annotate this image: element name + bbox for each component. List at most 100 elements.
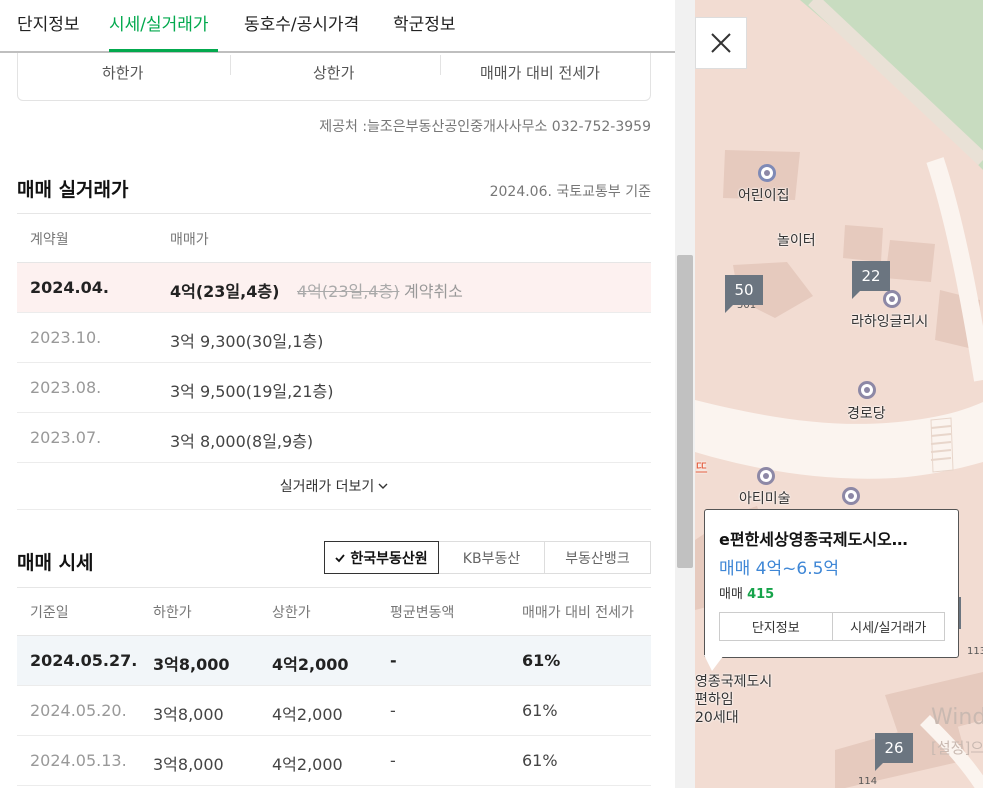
close-button[interactable] (695, 17, 747, 69)
prev-col-ratio: 매매가 대비 전세가 (480, 64, 600, 82)
popup-price-range: 매매 4억~6.5억 (719, 559, 840, 579)
check-icon (335, 553, 346, 562)
close-icon (711, 33, 731, 53)
col-date: 기준일 (30, 605, 69, 621)
building-number: 114 (858, 776, 878, 787)
windows-activation-watermark: [설정]으 (931, 739, 983, 757)
price-low: 3억8,000 (153, 655, 230, 674)
col-change: 평균변동액 (390, 605, 455, 621)
complex-name-line2: 편하임 (695, 692, 734, 708)
art-school-label: 아티미술 (739, 491, 791, 507)
art-school-poi-icon[interactable] (757, 467, 775, 485)
popup-listing-count: 매매 415 (719, 583, 774, 602)
price-date: 2024.05.20. (30, 701, 127, 720)
col-ratio: 매매가 대비 전세가 (522, 605, 634, 621)
market-price-header: 기준일 하한가 상한가 평균변동액 매매가 대비 전세가 (17, 587, 651, 636)
popup-complex-info-button[interactable]: 단지정보 (719, 612, 833, 641)
listing-count-marker[interactable]: 26 (875, 733, 913, 771)
trade-month: 2023.10. (30, 328, 102, 347)
trade-month: 2024.04. (30, 278, 109, 297)
col-high: 상한가 (272, 605, 311, 621)
price-ratio: 61% (522, 701, 558, 720)
daycare-label: 어린이집 (738, 188, 790, 204)
seniors-center-label: 경로당 (847, 406, 886, 422)
trade-price: 4억(23일,4층) (170, 282, 280, 301)
col-month: 계약월 (30, 232, 69, 248)
real-trade-title: 매매 실거래가 (17, 179, 129, 201)
popup-count-value: 415 (747, 587, 775, 602)
trade-month: 2023.07. (30, 428, 102, 447)
cancel-note: 계약취소 (404, 282, 463, 301)
price-change: - (390, 751, 396, 770)
price-high: 4억2,000 (272, 705, 343, 724)
complex-units: 20세대 (695, 710, 739, 726)
data-source-text: 제공처 :늘조은부동산공인중개사사무소 032-752-3959 (319, 119, 651, 135)
academy-poi-icon[interactable] (883, 290, 901, 308)
source-tab-label: 부동산뱅크 (565, 550, 630, 567)
detail-panel: 하한가 상한가 매매가 대비 전세가 제공처 :늘조은부동산공인중개사사무소 0… (0, 0, 675, 788)
divider (440, 55, 441, 75)
source-tab-kb[interactable]: KB부동산 (438, 541, 545, 574)
trade-price: 3억 9,300(30일,1층) (170, 332, 324, 351)
main-tabs: 단지정보 시세/실거래가 동호수/공시가격 학군정보 (0, 0, 675, 53)
map-background (695, 0, 983, 788)
price-date: 2024.05.13. (30, 751, 127, 770)
table-row[interactable]: 2024.04. 4억(23일,4층) 4억(23일,4층) 계약취소 (17, 263, 651, 313)
source-tab-bank[interactable]: 부동산뱅크 (544, 541, 651, 574)
popup-price-button[interactable]: 시세/실거래가 (832, 612, 945, 641)
real-trade-meta: 2024.06. 국토교통부 기준 (489, 184, 651, 200)
trade-price: 3억 9,500(19일,21층) (170, 382, 334, 401)
map-view[interactable]: 어린이집 놀이터 라하잉글리시 경로당 아티미술 뜨 영종국제도시 편하임 20… (695, 0, 983, 788)
price-change: - (390, 651, 397, 670)
poi-icon[interactable] (842, 487, 860, 505)
tab-price[interactable]: 시세/실거래가 (109, 10, 209, 35)
price-low: 3억8,000 (153, 755, 224, 774)
playground-label: 놀이터 (777, 233, 816, 249)
price-high: 4억2,000 (272, 655, 349, 674)
trade-month: 2023.08. (30, 378, 102, 397)
building-number: 113 (967, 646, 983, 657)
academy-label: 라하잉글리시 (851, 314, 929, 330)
complex-info-popup: e편한세상영종국제도시오… 매매 4억~6.5억 매매 415 단지정보 시세/… (704, 509, 959, 658)
prev-col-low: 하한가 (102, 64, 144, 82)
tab-unit-price[interactable]: 동호수/공시가격 (244, 10, 359, 35)
more-trades-label: 실거래가 더보기 (279, 478, 375, 495)
cancelled-price: 4억(23일,4층) (297, 282, 400, 301)
listing-count-marker[interactable]: 50 (725, 275, 763, 313)
daycare-poi-icon[interactable] (758, 164, 776, 182)
map-edge-text: 뜨 (695, 461, 708, 477)
listing-count-marker[interactable]: 22 (852, 261, 890, 299)
table-row[interactable]: 2023.08. 3억 9,500(19일,21층) (17, 363, 651, 413)
windows-activation-watermark: Wind (931, 705, 983, 730)
more-trades-button[interactable]: 실거래가 더보기 (17, 462, 651, 510)
price-date: 2024.05.27. (30, 651, 138, 670)
price-high: 4억2,000 (272, 755, 343, 774)
price-source-tabs: 한국부동산원 KB부동산 부동산뱅크 (324, 541, 651, 574)
table-row[interactable]: 2023.07. 3억 8,000(8일,9층) (17, 413, 651, 463)
price-change: - (390, 701, 396, 720)
complex-name-line1: 영종국제도시 (695, 674, 773, 690)
popup-count-label: 매매 (719, 587, 748, 602)
chevron-down-icon (378, 483, 388, 489)
source-tab-label: 한국부동산원 (350, 550, 428, 567)
popup-actions: 단지정보 시세/실거래가 (719, 612, 945, 641)
market-price-title: 매매 시세 (17, 552, 94, 574)
tab-complex-info[interactable]: 단지정보 (17, 10, 80, 35)
prev-col-high: 상한가 (313, 64, 355, 82)
table-row[interactable]: 2024.05.20. 3억8,000 4억2,000 - 61% (17, 686, 651, 736)
popup-complex-name[interactable]: e편한세상영종국제도시오… (719, 526, 944, 550)
price-ratio: 61% (522, 651, 561, 670)
tab-school[interactable]: 학군정보 (393, 10, 456, 35)
active-tab-indicator (109, 49, 218, 52)
trade-price: 3억 8,000(8일,9층) (170, 432, 314, 451)
seniors-poi-icon[interactable] (858, 381, 876, 399)
price-low: 3억8,000 (153, 705, 224, 724)
popup-pointer (704, 655, 724, 671)
source-tab-kab[interactable]: 한국부동산원 (324, 541, 439, 574)
table-row[interactable]: 2023.10. 3억 9,300(30일,1층) (17, 313, 651, 363)
real-trade-header: 계약월 매매가 (17, 213, 651, 263)
scrollbar-thumb[interactable] (677, 255, 693, 568)
table-row[interactable]: 2024.05.27. 3억8,000 4억2,000 - 61% (17, 636, 651, 686)
divider (230, 55, 231, 75)
table-row[interactable]: 2024.05.13. 3억8,000 4억2,000 - 61% (17, 736, 651, 786)
